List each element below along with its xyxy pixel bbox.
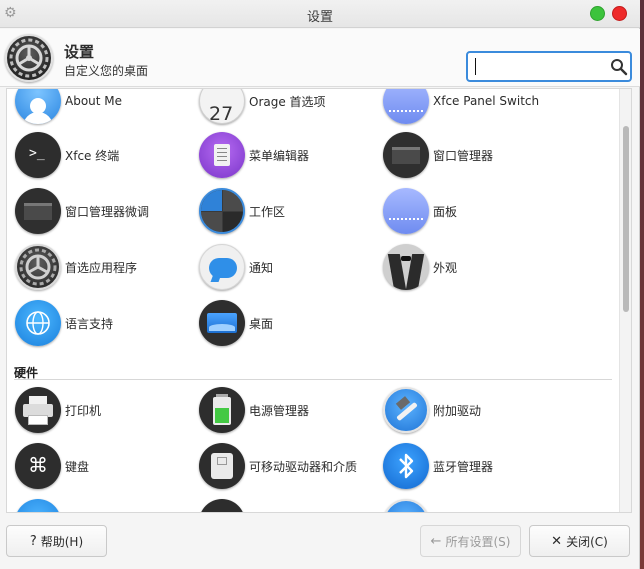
maximize-button[interactable] bbox=[590, 6, 605, 21]
additional-drivers-icon bbox=[383, 387, 429, 433]
item-panel[interactable]: 面板 bbox=[383, 186, 563, 236]
printer-icon bbox=[15, 387, 61, 433]
item-appearance[interactable]: 外观 bbox=[383, 242, 563, 292]
back-arrow-icon: ← bbox=[430, 533, 442, 549]
section-divider bbox=[14, 379, 612, 380]
all-settings-button[interactable]: ← 所有设置(S) bbox=[420, 525, 521, 557]
item-panel-switch[interactable]: Xfce Panel Switch bbox=[383, 89, 563, 126]
desktop-icon bbox=[199, 300, 245, 346]
help-button[interactable]: ? 帮助(H) bbox=[6, 525, 107, 557]
item-label: 菜单编辑器 bbox=[249, 148, 310, 163]
item-label: 附加驱动 bbox=[433, 403, 482, 418]
help-label: 帮助(H) bbox=[40, 534, 84, 549]
removable-drives-icon bbox=[199, 443, 245, 489]
item-notifications[interactable]: 通知 bbox=[199, 242, 379, 292]
terminal-icon: >_ bbox=[15, 132, 61, 178]
text-caret bbox=[475, 58, 476, 75]
panel-icon bbox=[383, 188, 429, 234]
item-menu-editor[interactable]: 菜单编辑器 bbox=[199, 130, 379, 180]
scrollbar-thumb[interactable] bbox=[623, 126, 629, 312]
item-label: 键盘 bbox=[65, 459, 90, 474]
item-label: 窗口管理器 bbox=[433, 148, 494, 163]
workspaces-icon bbox=[199, 188, 245, 234]
item-partial-3[interactable] bbox=[383, 497, 563, 512]
window-manager-tweaks-icon bbox=[15, 188, 61, 234]
item-window-manager[interactable]: 窗口管理器 bbox=[383, 130, 563, 180]
item-removable-drives[interactable]: 可移动驱动器和介质 bbox=[199, 441, 379, 491]
about-me-icon bbox=[15, 89, 61, 124]
search-input[interactable] bbox=[474, 57, 602, 77]
partial-blue-icon bbox=[15, 499, 61, 512]
close-label: 关闭(C) bbox=[566, 534, 608, 549]
item-label: 通知 bbox=[249, 260, 274, 275]
all-settings-label: 所有设置(S) bbox=[445, 534, 511, 549]
item-about-me[interactable]: About Me bbox=[15, 89, 195, 126]
window-manager-icon bbox=[383, 132, 429, 178]
item-label: 电源管理器 bbox=[249, 403, 310, 418]
close-button[interactable]: ✕ 关闭(C) bbox=[529, 525, 630, 557]
close-icon: ✕ bbox=[551, 533, 563, 549]
item-power-manager[interactable]: 电源管理器 bbox=[199, 385, 379, 435]
item-desktop[interactable]: 桌面 bbox=[199, 298, 379, 348]
item-additional-drivers[interactable]: 附加驱动 bbox=[383, 385, 563, 435]
partial-dark-icon bbox=[199, 499, 245, 512]
orage-calendar-icon: 27 bbox=[199, 89, 245, 124]
header: 设置 自定义您的桌面 bbox=[0, 29, 640, 87]
item-label: 外观 bbox=[433, 260, 458, 275]
header-subtitle: 自定义您的桌面 bbox=[64, 64, 149, 78]
appearance-icon bbox=[383, 244, 429, 290]
item-label: 打印机 bbox=[65, 403, 102, 418]
vertical-scrollbar[interactable] bbox=[619, 89, 631, 512]
settings-grid: About Me 27 Orage 首选项 Xfce Panel Switch … bbox=[6, 88, 632, 513]
settings-window: ⚙ 设置 设置 自定义您的桌面 About Me 27 Orage 首选项 Xf… bbox=[0, 0, 640, 569]
item-workspaces[interactable]: 工作区 bbox=[199, 186, 379, 236]
help-icon: ? bbox=[29, 533, 37, 549]
window-title: 设置 bbox=[306, 10, 333, 25]
item-label: 语言支持 bbox=[65, 316, 114, 331]
item-label: Orage 首选项 bbox=[249, 94, 326, 109]
partial-blue-icon bbox=[383, 499, 429, 512]
close-window-button[interactable] bbox=[612, 6, 627, 21]
item-preferred-apps[interactable]: 首选应用程序 bbox=[15, 242, 195, 292]
item-language-support[interactable]: 语言支持 bbox=[15, 298, 195, 348]
settings-gear-icon bbox=[5, 34, 53, 82]
item-label: 面板 bbox=[433, 204, 458, 219]
header-title: 设置 bbox=[64, 43, 95, 61]
notifications-icon bbox=[199, 244, 245, 290]
item-label: 首选应用程序 bbox=[65, 260, 138, 275]
item-label: 工作区 bbox=[249, 204, 286, 219]
search-icon[interactable] bbox=[610, 58, 628, 76]
item-label: Xfce Panel Switch bbox=[433, 94, 540, 108]
language-support-icon bbox=[15, 300, 61, 346]
item-window-manager-tweaks[interactable]: 窗口管理器微调 bbox=[15, 186, 195, 236]
search-box[interactable] bbox=[466, 51, 632, 82]
keyboard-icon: ⌘ bbox=[15, 443, 61, 489]
item-printer[interactable]: 打印机 bbox=[15, 385, 195, 435]
item-terminal[interactable]: >_ Xfce 终端 bbox=[15, 130, 195, 180]
power-manager-icon bbox=[199, 387, 245, 433]
panel-switch-icon bbox=[383, 89, 429, 124]
item-orage[interactable]: 27 Orage 首选项 bbox=[199, 89, 379, 126]
item-label: Xfce 终端 bbox=[65, 148, 120, 163]
item-partial-2[interactable] bbox=[199, 497, 379, 512]
item-label: About Me bbox=[65, 94, 123, 108]
menu-editor-icon bbox=[199, 132, 245, 178]
item-keyboard[interactable]: ⌘ 键盘 bbox=[15, 441, 195, 491]
item-partial-1[interactable] bbox=[15, 497, 195, 512]
preferred-apps-icon bbox=[15, 244, 61, 290]
bluetooth-icon bbox=[383, 443, 429, 489]
item-label: 窗口管理器微调 bbox=[65, 204, 150, 219]
title-bar[interactable]: ⚙ 设置 bbox=[0, 0, 640, 28]
item-label: 桌面 bbox=[249, 316, 274, 331]
item-bluetooth[interactable]: 蓝牙管理器 bbox=[383, 441, 563, 491]
item-label: 可移动驱动器和介质 bbox=[249, 459, 358, 474]
item-label: 蓝牙管理器 bbox=[433, 459, 494, 474]
